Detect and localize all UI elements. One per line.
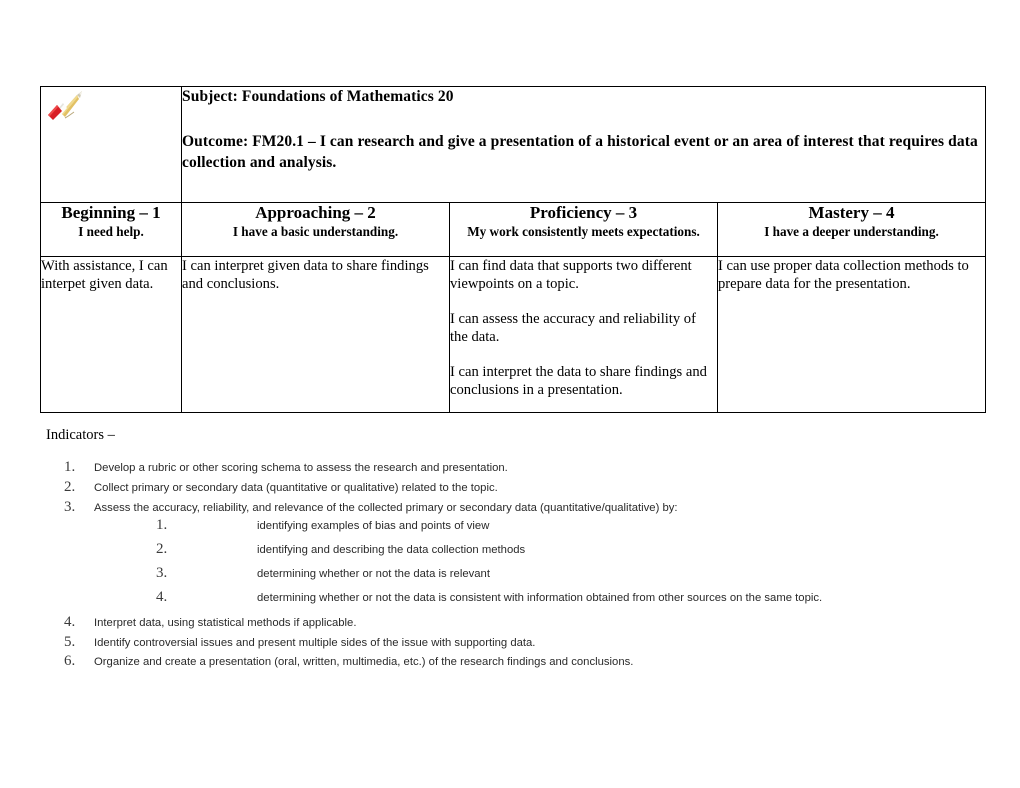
subindicator-text: identifying examples of bias and points …	[257, 519, 490, 532]
descriptor-cell-beginning: With assistance, I can interpet given da…	[40, 256, 182, 413]
indicator-number: 4.	[64, 613, 76, 630]
indicator-item: 4. Interpret data, using statistical met…	[46, 613, 986, 630]
indicator-number: 6.	[64, 653, 76, 670]
indicator-text: Interpret data, using statistical method…	[94, 616, 357, 629]
indicator-item: 1. Develop a rubric or other scoring sch…	[46, 459, 986, 475]
outcome-line: Outcome: FM20.1 – I can research and giv…	[182, 133, 978, 172]
descriptor-paragraph: I can interpret the data to share findin…	[450, 364, 707, 399]
descriptor-cell-approaching: I can interpret given data to share find…	[181, 256, 450, 413]
level-title: Beginning – 1	[61, 203, 161, 222]
rubric-header-row: Subject: Foundations of Mathematics 20 O…	[40, 86, 986, 203]
indicator-item: 2. Collect primary or secondary data (qu…	[46, 478, 986, 495]
indicator-number: 1.	[64, 459, 76, 475]
descriptor-cell-mastery: I can use proper data collection methods…	[717, 256, 986, 413]
indicator-number: 2.	[64, 478, 76, 495]
level-subtitle: I need help.	[78, 224, 144, 240]
pencil-icon	[41, 87, 181, 121]
subindicator-text: determining whether or not the data is r…	[257, 567, 490, 580]
level-subtitle: I have a basic understanding.	[232, 224, 399, 240]
level-header-approaching: Approaching – 2 I have a basic understan…	[181, 202, 450, 257]
indicator-text: Develop a rubric or other scoring schema…	[94, 462, 508, 474]
indicator-subitem: 4. determining whether or not the data i…	[94, 588, 986, 609]
indicator-sublist: 1. identifying examples of bias and poin…	[94, 516, 986, 609]
indicator-subitem: 1. identifying examples of bias and poin…	[94, 516, 986, 537]
level-header-row: Beginning – 1 I need help. Approaching –…	[40, 202, 986, 257]
level-header-proficiency: Proficiency – 3 My work consistently mee…	[449, 202, 718, 257]
indicator-text: Identify controversial issues and presen…	[94, 636, 536, 649]
level-title: Approaching – 2	[255, 203, 376, 222]
descriptor-paragraph: I can assess the accuracy and reliabilit…	[450, 311, 696, 346]
indicator-number: 3.	[64, 498, 76, 515]
descriptor-paragraph: I can use proper data collection methods…	[718, 258, 969, 293]
subindicator-number: 4.	[156, 588, 168, 605]
indicators-list: 1. Develop a rubric or other scoring sch…	[46, 459, 986, 676]
descriptor-row: With assistance, I can interpet given da…	[40, 256, 986, 413]
indicator-text: Organize and create a presentation (oral…	[94, 656, 634, 669]
rubric-table: Subject: Foundations of Mathematics 20 O…	[40, 86, 986, 413]
level-title: Proficiency – 3	[529, 203, 638, 222]
subindicator-text: identifying and describing the data coll…	[257, 543, 526, 556]
level-subtitle: I have a deeper understanding.	[764, 224, 939, 240]
indicator-item: 6. Organize and create a presentation (o…	[46, 653, 986, 670]
header-text-cell: Subject: Foundations of Mathematics 20 O…	[181, 86, 986, 203]
descriptor-paragraph: With assistance, I can interpet given da…	[41, 258, 168, 293]
indicator-item: 5. Identify controversial issues and pre…	[46, 633, 986, 650]
subject-line: Subject: Foundations of Mathematics 20	[182, 88, 454, 105]
level-subtitle: My work consistently meets expectations.	[467, 224, 700, 240]
document-page: Subject: Foundations of Mathematics 20 O…	[0, 0, 1020, 788]
indicator-subitem: 3. determining whether or not the data i…	[94, 564, 986, 585]
level-header-beginning: Beginning – 1 I need help.	[40, 202, 182, 257]
indicator-subitem: 2. identifying and describing the data c…	[94, 540, 986, 561]
indicator-number: 5.	[64, 633, 76, 650]
descriptor-cell-proficiency: I can find data that supports two differ…	[449, 256, 718, 413]
descriptor-paragraph: I can find data that supports two differ…	[450, 258, 692, 293]
subindicator-number: 3.	[156, 564, 168, 581]
level-header-mastery: Mastery – 4 I have a deeper understandin…	[717, 202, 986, 257]
subindicator-text: determining whether or not the data is c…	[257, 591, 823, 604]
indicator-text: Assess the accuracy, reliability, and re…	[94, 501, 678, 514]
indicators-label: Indicators –	[46, 427, 115, 443]
indicator-item: 3. Assess the accuracy, reliability, and…	[46, 498, 986, 609]
descriptor-paragraph: I can interpret given data to share find…	[182, 258, 429, 293]
subindicator-number: 2.	[156, 540, 168, 557]
header-icon-cell	[40, 86, 182, 203]
level-title: Mastery – 4	[808, 203, 895, 222]
subindicator-number: 1.	[156, 516, 168, 533]
indicator-text: Collect primary or secondary data (quant…	[94, 481, 498, 494]
